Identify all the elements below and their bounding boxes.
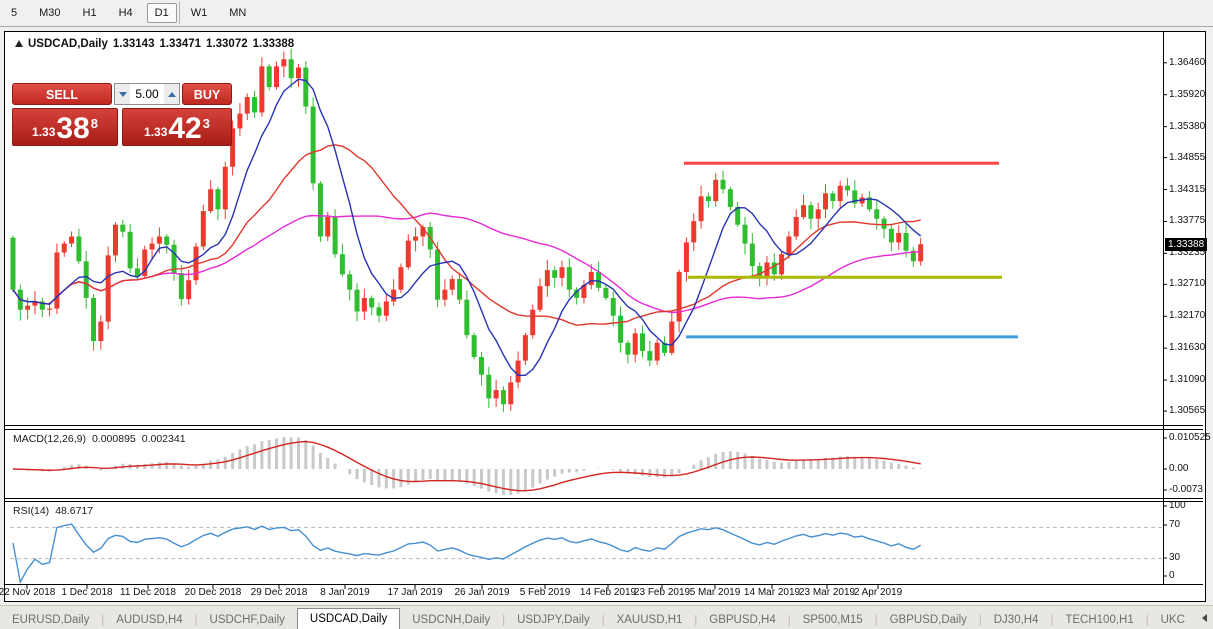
volume-increase-button[interactable] — [164, 84, 179, 104]
macd-label: MACD(12,26,9) 0.000895 0.002341 — [13, 433, 186, 445]
panel-splitter-line[interactable] — [5, 429, 1203, 430]
chart-tab-gbpusd[interactable]: GBPUSD,Daily — [878, 610, 979, 629]
timeframe-toolbar: 5 M30 H1 H4 D1 W1 MN — [0, 0, 1213, 27]
rsi-axis-label: 0 — [1169, 570, 1175, 581]
macd-axis-label: 0.00 — [1169, 463, 1189, 474]
volume-spinner: 5.00 — [114, 83, 180, 105]
date-axis-label: 22 Nov 2018 — [0, 587, 56, 598]
price-axis-label: 1.36460 — [1169, 56, 1206, 68]
chart-header: USDCAD,Daily 1.33143 1.33471 1.33072 1.33388 — [15, 38, 299, 52]
date-axis-label: 2 Apr 2019 — [853, 587, 903, 598]
timeframe-button-mn[interactable]: MN — [221, 3, 254, 23]
current-bid-tag: 1.33388 — [1165, 237, 1207, 251]
date-axis-label: 20 Dec 2018 — [184, 587, 242, 598]
chart-tab-gbpusd[interactable]: GBPUSD,H4 — [697, 610, 787, 629]
date-axis-label: 8 Jan 2019 — [320, 587, 370, 598]
chart-tab-eurusd[interactable]: EURUSD,Daily — [0, 610, 101, 629]
rsi-axis-label: 100 — [1169, 500, 1186, 511]
price-axis-label: 1.32710 — [1169, 278, 1206, 290]
date-axis-label: 29 Dec 2018 — [250, 587, 308, 598]
price-axis-label: 1.32170 — [1169, 310, 1206, 322]
chart-tab-ukc[interactable]: UKC — [1149, 610, 1197, 629]
date-axis-label: 17 Jan 2019 — [387, 587, 443, 598]
timeframe-button-m30[interactable]: M30 — [31, 3, 68, 23]
date-axis-label: 1 Dec 2018 — [61, 587, 113, 598]
macd-value-main: 0.000895 — [91, 433, 136, 445]
support-resistance-lines — [684, 161, 1018, 339]
price-axis-label: 1.35380 — [1169, 120, 1206, 132]
chart-tab-xauusd[interactable]: XAUUSD,H1 — [605, 610, 695, 629]
macd-axis-label: 0.010525 — [1169, 432, 1211, 443]
price-axis-label: 1.30565 — [1169, 405, 1206, 417]
buy-price-big: 42 — [168, 112, 202, 145]
rsi-value: 48.6717 — [55, 505, 94, 517]
chart-tab-usdcnh[interactable]: USDCNH,Daily — [400, 610, 502, 629]
chart-window[interactable]: USDCAD,Daily 1.33143 1.33471 1.33072 1.33388… — [0, 31, 1211, 602]
date-axis-label: 14 Mar 2019 — [743, 587, 801, 598]
panel-splitter-line[interactable] — [5, 425, 1203, 426]
chart-tab-dj30[interactable]: DJ30,H4 — [982, 610, 1051, 629]
date-axis-label: 23 Feb 2019 — [633, 587, 691, 598]
sell-price-big: 38 — [56, 112, 90, 145]
sell-price-prefix: 1.33 — [32, 125, 56, 139]
collapse-triangle-icon[interactable] — [15, 40, 23, 47]
date-axis-label: 26 Jan 2019 — [454, 587, 510, 598]
timeframe-button-5[interactable]: 5 — [3, 3, 25, 23]
quote-high: 1.33471 — [159, 38, 202, 50]
mt4-window: 5 M30 H1 H4 D1 W1 MN USDCAD,Daily 1.33143 1.3347… — [0, 0, 1213, 629]
timeframe-button-h1[interactable]: H1 — [75, 3, 105, 23]
chart-tab-tech100[interactable]: TECH100,H1 — [1053, 610, 1145, 629]
chevron-down-icon — [118, 91, 127, 97]
chevron-up-icon — [167, 91, 176, 97]
price-axis-label: 1.34855 — [1169, 151, 1206, 163]
chart-tab-usdchf[interactable]: USDCHF,Daily — [198, 610, 297, 629]
date-axis-label: 5 Feb 2019 — [519, 587, 571, 598]
date-axis-label: 23 Mar 2019 — [798, 587, 856, 598]
macd-axis-label: -0.0073 — [1169, 484, 1203, 495]
sell-price-sup: 8 — [90, 116, 98, 131]
rsi-panel-group — [10, 523, 1163, 585]
sell-price-display[interactable]: 1.33 38 8 — [12, 108, 118, 146]
panel-splitter-line[interactable] — [5, 584, 1203, 585]
panel-splitter-line[interactable] — [5, 501, 1203, 502]
rsi-line — [12, 523, 922, 585]
tab-scroll-left-button[interactable] — [1201, 614, 1207, 622]
price-axis-label: 1.33775 — [1169, 215, 1206, 227]
chart-tab-sp500[interactable]: SP500,M15 — [791, 610, 875, 629]
volume-decrease-button[interactable] — [115, 84, 130, 104]
rsi-axis-label: 70 — [1169, 519, 1181, 530]
sell-button[interactable]: SELL — [12, 83, 112, 105]
buy-button[interactable]: BUY — [182, 83, 232, 105]
price-axis-label: 1.35920 — [1169, 88, 1206, 100]
rsi-label: RSI(14) 48.6717 — [13, 505, 94, 517]
timeframe-button-h4[interactable]: H4 — [111, 3, 141, 23]
quote-close: 1.33388 — [252, 38, 295, 50]
chart-tab-usdcad[interactable]: USDCAD,Daily — [296, 608, 401, 629]
chart-symbol-label: USDCAD,Daily — [28, 38, 108, 50]
date-axis-label: 5 Mar 2019 — [689, 587, 741, 598]
chart-tab-audusd[interactable]: AUDUSD,H4 — [104, 610, 194, 629]
volume-input[interactable]: 5.00 — [130, 84, 164, 104]
panel-splitter-line[interactable] — [5, 498, 1203, 499]
macd-value-signal: 0.002341 — [141, 433, 186, 445]
price-axis-label: 1.34315 — [1169, 183, 1206, 195]
price-axis-label: 1.31630 — [1169, 342, 1206, 354]
buy-price-prefix: 1.33 — [144, 125, 168, 139]
timeframe-button-d1[interactable]: D1 — [146, 3, 177, 23]
date-axis-label: 14 Feb 2019 — [579, 587, 637, 598]
quote-open: 1.33143 — [112, 38, 155, 50]
rsi-axis-label: 30 — [1169, 552, 1181, 563]
date-axis-label: 11 Dec 2018 — [120, 587, 176, 598]
chart-tab-bar: EURUSD,Daily | AUDUSD,H4 | USDCHF,Daily USDCA… — [0, 605, 1213, 629]
timeframe-button-w1[interactable]: W1 — [183, 3, 216, 23]
toolbar-separator — [179, 2, 180, 24]
buy-price-sup: 3 — [202, 116, 210, 131]
price-axis-label: 1.31090 — [1169, 374, 1206, 386]
chart-tab-usdjpy[interactable]: USDJPY,Daily — [505, 610, 602, 629]
buy-price-display[interactable]: 1.33 42 3 — [122, 108, 232, 146]
macd-panel-group — [12, 437, 923, 495]
quote-low: 1.33072 — [206, 38, 248, 50]
price-axis-separator — [1163, 32, 1164, 584]
